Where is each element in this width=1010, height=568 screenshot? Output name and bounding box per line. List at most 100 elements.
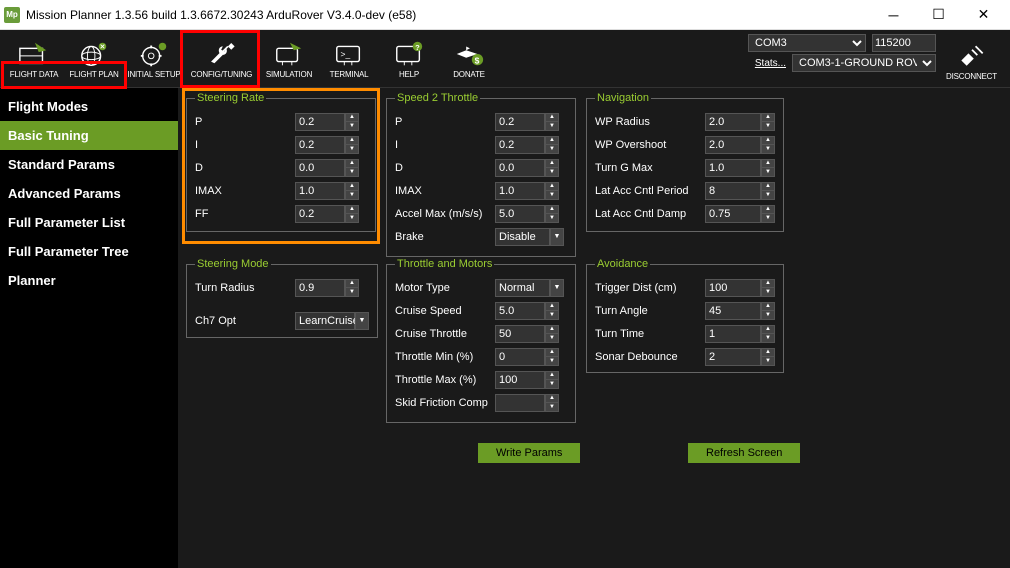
spinner[interactable]: ▲▼ bbox=[345, 182, 359, 200]
spinner[interactable]: ▲▼ bbox=[761, 348, 775, 366]
simulation-icon bbox=[273, 39, 305, 69]
sidebar-item-planner[interactable]: Planner bbox=[0, 266, 178, 295]
param-input[interactable] bbox=[495, 182, 545, 200]
param-input[interactable] bbox=[495, 325, 545, 343]
sidebar-item-basic-tuning[interactable]: Basic Tuning bbox=[0, 121, 178, 150]
spinner[interactable]: ▲▼ bbox=[345, 205, 359, 223]
param-input[interactable] bbox=[705, 159, 761, 177]
select-brake[interactable]: Disable bbox=[495, 228, 550, 246]
plug-icon bbox=[956, 41, 988, 71]
param-input[interactable] bbox=[295, 159, 345, 177]
param-input[interactable] bbox=[495, 302, 545, 320]
spinner[interactable]: ▲▼ bbox=[761, 279, 775, 297]
close-button[interactable]: ✕ bbox=[961, 1, 1006, 29]
spinner[interactable]: ▲▼ bbox=[545, 159, 559, 177]
spinner[interactable]: ▲▼ bbox=[761, 325, 775, 343]
spinner[interactable]: ▲▼ bbox=[545, 113, 559, 131]
spinner[interactable]: ▲▼ bbox=[545, 325, 559, 343]
group-steering-mode: Steering Mode Turn Radius ▲▼ Ch7 Opt Lea… bbox=[186, 258, 378, 338]
spinner[interactable]: ▲▼ bbox=[761, 159, 775, 177]
input-turn-radius[interactable] bbox=[295, 279, 345, 297]
spinner[interactable]: ▲▼ bbox=[345, 279, 359, 297]
main-toolbar: FLIGHT DATA FLIGHT PLAN INITIAL SETUP CO… bbox=[0, 30, 1010, 88]
window-title: Mission Planner 1.3.56 build 1.3.6672.30… bbox=[26, 8, 871, 22]
param-label: Throttle Max (%) bbox=[395, 374, 495, 386]
param-input[interactable] bbox=[705, 113, 761, 131]
param-input[interactable] bbox=[495, 348, 545, 366]
param-input[interactable] bbox=[295, 205, 345, 223]
spinner[interactable]: ▲▼ bbox=[545, 394, 559, 412]
plane-data-icon bbox=[18, 39, 50, 69]
spinner[interactable]: ▲▼ bbox=[345, 113, 359, 131]
spinner[interactable]: ▲▼ bbox=[345, 136, 359, 154]
param-input[interactable] bbox=[705, 205, 761, 223]
write-params-button[interactable]: Write Params bbox=[478, 443, 580, 463]
param-input[interactable] bbox=[295, 136, 345, 154]
param-input[interactable] bbox=[495, 205, 545, 223]
param-input[interactable] bbox=[705, 302, 761, 320]
select-ch7-opt[interactable]: LearnCruise bbox=[295, 312, 355, 330]
tab-simulation[interactable]: SIMULATION bbox=[259, 31, 319, 87]
param-input[interactable] bbox=[705, 325, 761, 343]
tab-donate[interactable]: $ DONATE bbox=[439, 31, 499, 87]
param-input[interactable] bbox=[295, 113, 345, 131]
group-title: Steering Rate bbox=[195, 92, 266, 104]
group-avoidance: Avoidance Trigger Dist (cm)▲▼Turn Angle▲… bbox=[586, 258, 784, 373]
chevron-down-icon[interactable]: ▼ bbox=[550, 279, 564, 297]
tab-initial-setup[interactable]: INITIAL SETUP bbox=[124, 31, 184, 87]
spinner[interactable]: ▲▼ bbox=[761, 302, 775, 320]
param-row: WP Radius ▲▼ bbox=[595, 110, 775, 133]
sidebar-item-advanced-params[interactable]: Advanced Params bbox=[0, 179, 178, 208]
stats-link[interactable]: Stats... bbox=[755, 58, 786, 69]
spinner[interactable]: ▲▼ bbox=[761, 182, 775, 200]
param-row: Turn Time▲▼ bbox=[595, 322, 775, 345]
baud-input[interactable] bbox=[872, 34, 936, 52]
param-input[interactable] bbox=[705, 279, 761, 297]
param-input[interactable] bbox=[705, 136, 761, 154]
spinner[interactable]: ▲▼ bbox=[761, 136, 775, 154]
sidebar-item-standard-params[interactable]: Standard Params bbox=[0, 150, 178, 179]
param-row: Lat Acc Cntl Period▲▼ bbox=[595, 179, 775, 202]
param-input[interactable] bbox=[495, 394, 545, 412]
spinner[interactable]: ▲▼ bbox=[345, 159, 359, 177]
spinner[interactable]: ▲▼ bbox=[761, 113, 775, 131]
svg-text:?: ? bbox=[415, 42, 420, 51]
param-label: I bbox=[395, 139, 495, 151]
select-motor-type[interactable]: Normal bbox=[495, 279, 550, 297]
port-select[interactable]: COM3 bbox=[748, 34, 866, 52]
spinner[interactable]: ▲▼ bbox=[545, 371, 559, 389]
vehicle-select[interactable]: COM3-1-GROUND ROVER bbox=[792, 54, 936, 72]
param-input[interactable] bbox=[495, 371, 545, 389]
spinner[interactable]: ▲▼ bbox=[545, 205, 559, 223]
param-label: P bbox=[195, 116, 295, 128]
param-input[interactable] bbox=[705, 348, 761, 366]
refresh-screen-button[interactable]: Refresh Screen bbox=[688, 443, 800, 463]
param-label: WP Radius bbox=[595, 116, 705, 128]
spinner[interactable]: ▲▼ bbox=[761, 205, 775, 223]
chevron-down-icon[interactable]: ▼ bbox=[550, 228, 564, 246]
param-label: P bbox=[395, 116, 495, 128]
tab-flight-plan[interactable]: FLIGHT PLAN bbox=[64, 31, 124, 87]
minimize-button[interactable]: ─ bbox=[871, 1, 916, 29]
spinner[interactable]: ▲▼ bbox=[545, 182, 559, 200]
sidebar-item-flight-modes[interactable]: Flight Modes bbox=[0, 92, 178, 121]
group-throttle-motors: Throttle and Motors Motor Type Normal▼ C… bbox=[386, 258, 576, 423]
tab-flight-data[interactable]: FLIGHT DATA bbox=[4, 31, 64, 87]
param-input[interactable] bbox=[705, 182, 761, 200]
spinner[interactable]: ▲▼ bbox=[545, 302, 559, 320]
sidebar-item-full-parameter-tree[interactable]: Full Parameter Tree bbox=[0, 237, 178, 266]
sidebar-item-full-parameter-list[interactable]: Full Parameter List bbox=[0, 208, 178, 237]
maximize-button[interactable]: ☐ bbox=[916, 1, 961, 29]
chevron-down-icon[interactable]: ▼ bbox=[355, 312, 369, 330]
tab-terminal[interactable]: >_ TERMINAL bbox=[319, 31, 379, 87]
param-input[interactable] bbox=[495, 136, 545, 154]
param-input[interactable] bbox=[495, 159, 545, 177]
spinner[interactable]: ▲▼ bbox=[545, 136, 559, 154]
param-input[interactable] bbox=[295, 182, 345, 200]
tab-config-tuning[interactable]: CONFIG/TUNING bbox=[184, 31, 259, 87]
param-label: Turn Angle bbox=[595, 305, 705, 317]
spinner[interactable]: ▲▼ bbox=[545, 348, 559, 366]
disconnect-button[interactable]: DISCONNECT bbox=[939, 36, 1004, 86]
tab-help[interactable]: ? HELP bbox=[379, 31, 439, 87]
param-input[interactable] bbox=[495, 113, 545, 131]
